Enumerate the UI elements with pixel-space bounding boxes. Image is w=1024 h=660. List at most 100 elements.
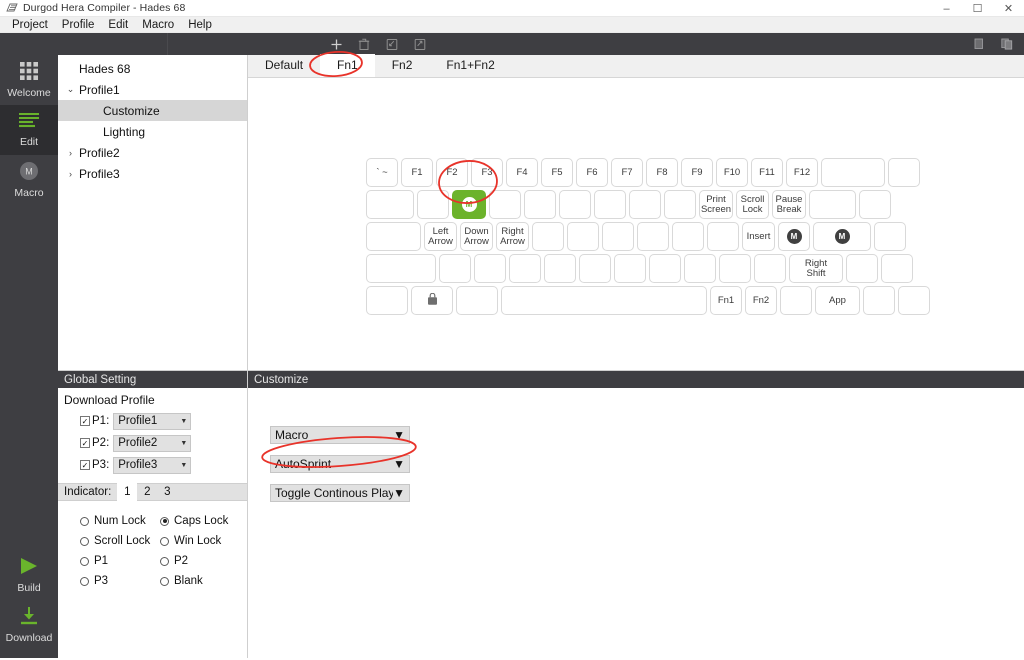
- customize-select-0[interactable]: Macro ▼: [270, 426, 410, 444]
- profile-select-p2[interactable]: Profile2 ▼: [113, 434, 192, 452]
- key-blank[interactable]: [859, 190, 891, 219]
- radio-num-lock[interactable]: Num Lock: [80, 515, 160, 527]
- key-print-screen[interactable]: Print Screen: [699, 190, 733, 219]
- maximize-button[interactable]: ☐: [962, 0, 993, 17]
- key-f8[interactable]: F8: [646, 158, 678, 187]
- key-blank[interactable]: [417, 190, 449, 219]
- tab-fn1-plus-fn2[interactable]: Fn1+Fn2: [429, 54, 511, 77]
- key-blank[interactable]: [456, 286, 498, 315]
- key-blank[interactable]: [780, 286, 812, 315]
- chevron-icon[interactable]: ›: [64, 169, 77, 179]
- chevron-icon[interactable]: ⌄: [64, 84, 77, 95]
- customize-select-1[interactable]: AutoSprint ▼: [270, 455, 410, 473]
- key-blank[interactable]: [439, 254, 471, 283]
- radio-caps-lock[interactable]: Caps Lock: [160, 515, 240, 527]
- tab-fn1[interactable]: Fn1: [320, 54, 375, 77]
- key-blank[interactable]: [579, 254, 611, 283]
- close-button[interactable]: ✕: [993, 0, 1024, 17]
- chevron-icon[interactable]: ›: [64, 148, 77, 158]
- key-insert[interactable]: Insert: [742, 222, 775, 251]
- key-blank[interactable]: [559, 190, 591, 219]
- key-blank[interactable]: [567, 222, 599, 251]
- key-scroll-lock[interactable]: Scroll Lock: [736, 190, 769, 219]
- indicator-tab-2[interactable]: 2: [137, 483, 157, 501]
- tab-fn2[interactable]: Fn2: [375, 54, 430, 77]
- key-down-arrow[interactable]: Down Arrow: [460, 222, 493, 251]
- key-blank[interactable]: [719, 254, 751, 283]
- tree-item-hades-68[interactable]: Hades 68: [58, 58, 247, 79]
- key-blank[interactable]: [366, 286, 408, 315]
- rail-item-welcome[interactable]: Welcome: [0, 55, 58, 105]
- rail-item-edit[interactable]: Edit: [0, 105, 58, 155]
- checkbox-p3[interactable]: ✓: [80, 460, 90, 470]
- key-blank[interactable]: [532, 222, 564, 251]
- key-app[interactable]: App: [815, 286, 860, 315]
- rail-item-download[interactable]: Download: [0, 600, 58, 650]
- checkbox-p1[interactable]: ✓: [80, 416, 90, 426]
- add-icon[interactable]: [329, 37, 343, 51]
- key-blank[interactable]: [366, 190, 414, 219]
- tab-default[interactable]: Default: [248, 54, 320, 77]
- key-pause-break[interactable]: Pause Break: [772, 190, 806, 219]
- menu-item-edit[interactable]: Edit: [101, 17, 135, 33]
- rail-item-macro[interactable]: M Macro: [0, 155, 58, 205]
- checkbox-p2[interactable]: ✓: [80, 438, 90, 448]
- key-blank[interactable]: [649, 254, 681, 283]
- copy-icon[interactable]: [972, 37, 986, 51]
- key-blank[interactable]: [544, 254, 576, 283]
- key-right-arrow[interactable]: Right Arrow: [496, 222, 529, 251]
- key-blank[interactable]: [524, 190, 556, 219]
- key-blank[interactable]: [509, 254, 541, 283]
- key-blank[interactable]: [821, 158, 885, 187]
- key--[interactable]: ` ~: [366, 158, 398, 187]
- key-blank[interactable]: [881, 254, 913, 283]
- key-blank[interactable]: M: [813, 222, 871, 251]
- tree-item-profile2[interactable]: › Profile2: [58, 142, 247, 163]
- delete-icon[interactable]: [357, 37, 371, 51]
- key-blank[interactable]: [366, 254, 436, 283]
- key-blank[interactable]: [672, 222, 704, 251]
- customize-select-2[interactable]: Toggle Continous Play bac▼: [270, 484, 410, 502]
- key-blank[interactable]: [489, 190, 521, 219]
- profile-select-p1[interactable]: Profile1 ▼: [113, 412, 192, 430]
- key-blank[interactable]: [809, 190, 856, 219]
- tree-item-profile3[interactable]: › Profile3: [58, 163, 247, 184]
- key-blank[interactable]: [637, 222, 669, 251]
- key-blank[interactable]: [411, 286, 453, 315]
- key-blank[interactable]: [629, 190, 661, 219]
- key-blank[interactable]: [754, 254, 786, 283]
- key-left-arrow[interactable]: Left Arrow: [424, 222, 457, 251]
- paste-icon[interactable]: [1000, 37, 1014, 51]
- radio-blank[interactable]: Blank: [160, 575, 240, 587]
- radio-p2[interactable]: P2: [160, 555, 240, 567]
- indicator-tab-3[interactable]: 3: [157, 483, 177, 501]
- key-blank[interactable]: [366, 222, 421, 251]
- key-f5[interactable]: F5: [541, 158, 573, 187]
- tree-item-customize[interactable]: Customize: [58, 100, 247, 121]
- key-blank[interactable]: [863, 286, 895, 315]
- rail-item-build[interactable]: Build: [0, 550, 58, 600]
- menu-item-profile[interactable]: Profile: [55, 17, 102, 33]
- key-blank[interactable]: [898, 286, 930, 315]
- key-f4[interactable]: F4: [506, 158, 538, 187]
- minimize-button[interactable]: –: [931, 0, 962, 17]
- key-f2[interactable]: F2: [436, 158, 468, 187]
- key-blank[interactable]: [874, 222, 906, 251]
- key-blank[interactable]: [602, 222, 634, 251]
- key-blank[interactable]: M: [452, 190, 486, 219]
- key-blank[interactable]: M: [778, 222, 810, 251]
- key-f12[interactable]: F12: [786, 158, 818, 187]
- radio-win-lock[interactable]: Win Lock: [160, 535, 240, 547]
- radio-scroll-lock[interactable]: Scroll Lock: [80, 535, 160, 547]
- key-blank[interactable]: [501, 286, 707, 315]
- key-blank[interactable]: [846, 254, 878, 283]
- import-icon[interactable]: [385, 37, 399, 51]
- export-icon[interactable]: [413, 37, 427, 51]
- key-blank[interactable]: [684, 254, 716, 283]
- key-blank[interactable]: [594, 190, 626, 219]
- key-f7[interactable]: F7: [611, 158, 643, 187]
- radio-p1[interactable]: P1: [80, 555, 160, 567]
- tree-item-lighting[interactable]: Lighting: [58, 121, 247, 142]
- key-fn1[interactable]: Fn1: [710, 286, 742, 315]
- key-blank[interactable]: [474, 254, 506, 283]
